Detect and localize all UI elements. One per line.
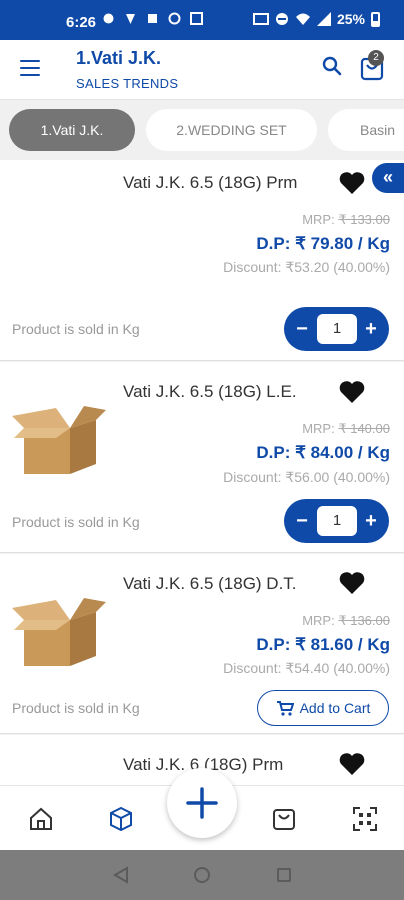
dealer-price: D.P: ₹ 81.60 / Kg: [256, 635, 390, 654]
product-card: Vati J.K. 6.5 (18G) Prm « MRP: ₹ 133.00 …: [0, 160, 404, 361]
notification-icon: [124, 12, 137, 25]
mrp-line: MRP: ₹ 140.00: [302, 421, 390, 437]
product-name: Vati J.K. 6.5 (18G) D.T.: [123, 574, 297, 593]
heart-icon[interactable]: [338, 751, 366, 777]
increase-button[interactable]: +: [357, 499, 385, 543]
app-bar: 1.Vati J.K. SALES TRENDS 2: [0, 40, 404, 100]
recents-icon[interactable]: [275, 866, 293, 884]
product-card: Vati J.K. 6.5 (18G) D.T. MRP: ₹ 136.00 D…: [0, 554, 404, 734]
quantity-input[interactable]: [317, 314, 357, 344]
heart-icon[interactable]: [338, 170, 366, 196]
battery-icon: [371, 11, 380, 27]
page-subtitle: SALES TRENDS: [76, 76, 179, 91]
sold-unit-text: Product is sold in Kg: [12, 514, 140, 530]
sold-unit-text: Product is sold in Kg: [12, 700, 140, 716]
increase-button[interactable]: +: [357, 307, 385, 351]
decrease-button[interactable]: −: [288, 499, 316, 543]
add-to-cart-button[interactable]: Add to Cart: [257, 690, 389, 726]
quantity-stepper: − +: [284, 307, 389, 351]
mrp-value: ₹ 140.00: [338, 421, 390, 436]
mrp-value: ₹ 133.00: [338, 212, 390, 227]
signal-icon: [316, 12, 331, 26]
product-card: Vati J.K. 6.5 (18G) L.E. MRP: ₹ 140.00 D…: [0, 362, 404, 553]
home-icon[interactable]: [28, 806, 54, 832]
decrease-button[interactable]: −: [288, 307, 316, 351]
add-to-cart-label: Add to Cart: [299, 700, 371, 716]
dnd-icon: [275, 13, 288, 25]
home-circle-icon[interactable]: [193, 866, 211, 884]
tab-basin[interactable]: Basin: [328, 109, 404, 151]
product-name: Vati J.K. 6.5 (18G) L.E.: [123, 382, 297, 401]
tab-vati-jk[interactable]: 1.Vati J.K.: [9, 109, 135, 151]
cube-icon[interactable]: [108, 806, 134, 832]
box-icon: [12, 406, 106, 474]
notification-icon: [168, 12, 181, 25]
product-name: Vati J.K. 6.5 (18G) Prm: [123, 173, 298, 192]
system-nav-bar: [0, 850, 404, 900]
page-title: 1.Vati J.K.: [76, 48, 162, 68]
cart-icon: [276, 701, 294, 716]
notification-icons: [102, 12, 203, 25]
notification-icon: [102, 12, 115, 25]
dealer-price: D.P: ₹ 79.80 / Kg: [256, 234, 390, 253]
heart-icon[interactable]: [338, 379, 366, 405]
plus-icon: [186, 787, 218, 819]
notification-icon: [190, 12, 203, 25]
status-bar: 6:26 25%: [0, 0, 404, 40]
discount-text: Discount: ₹54.40 (40.00%): [223, 660, 390, 676]
qr-scan-icon[interactable]: [352, 806, 378, 832]
menu-icon[interactable]: [20, 60, 40, 76]
battery-percent: 25%: [336, 11, 365, 27]
tab-wedding-set[interactable]: 2.WEDDING SET: [146, 109, 317, 151]
collapse-tab-button[interactable]: «: [372, 163, 404, 193]
product-list: Vati J.K. 6.5 (18G) Prm « MRP: ₹ 133.00 …: [0, 160, 404, 785]
discount-text: Discount: ₹53.20 (40.00%): [223, 259, 390, 275]
status-time: 6:26: [66, 14, 97, 31]
mrp-label: MRP:: [302, 613, 335, 628]
cart-button[interactable]: 2: [360, 48, 388, 81]
search-icon[interactable]: [320, 54, 344, 78]
mrp-line: MRP: ₹ 133.00: [302, 212, 390, 228]
heart-icon[interactable]: [338, 570, 366, 596]
notification-icon: [146, 12, 159, 25]
cart-count-badge: 2: [368, 50, 384, 66]
quantity-input[interactable]: [317, 506, 357, 536]
quantity-stepper: − +: [284, 499, 389, 543]
sold-unit-text: Product is sold in Kg: [12, 321, 140, 337]
mrp-label: MRP:: [302, 421, 335, 436]
wifi-icon: [295, 13, 310, 25]
back-icon[interactable]: [112, 866, 130, 884]
mrp-value: ₹ 136.00: [338, 613, 390, 628]
box-icon: [12, 598, 106, 666]
status-right: 25%: [252, 11, 380, 27]
add-fab-button[interactable]: [167, 768, 237, 838]
mrp-label: MRP:: [302, 212, 335, 227]
dealer-price: D.P: ₹ 84.00 / Kg: [256, 443, 390, 462]
category-tabs: 1.Vati J.K. 2.WEDDING SET Basin: [0, 100, 404, 160]
vibrate-icon: [252, 13, 269, 25]
bag-icon[interactable]: [271, 806, 297, 832]
mrp-line: MRP: ₹ 136.00: [302, 613, 390, 629]
discount-text: Discount: ₹56.00 (40.00%): [223, 469, 390, 485]
